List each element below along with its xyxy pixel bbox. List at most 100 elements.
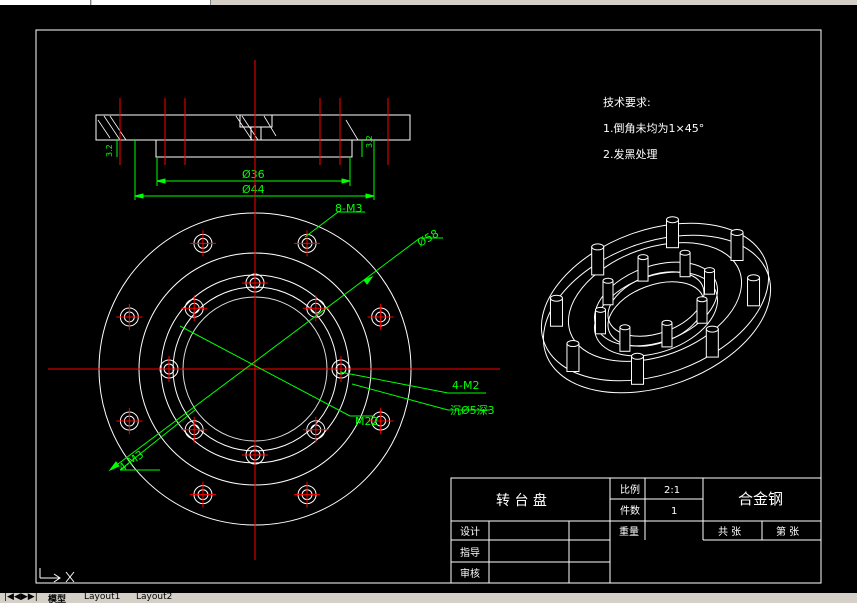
bolt-body [566,343,580,373]
side-section-view [95,114,411,158]
inner-bolt-hole [328,356,354,382]
side-view-center-lines [119,98,389,165]
outer-bolt-hole [367,303,394,330]
bolt-top [661,319,673,326]
outer-bolt-hole [189,481,216,508]
bolt-body [631,355,645,385]
bolt-top [747,274,761,282]
bolt-body [549,297,563,327]
isometric-view [540,216,772,394]
part-name: 转 台 盘 [496,492,547,509]
bolt-top [637,254,649,261]
bolt-top [704,267,716,274]
bolt-top [679,249,691,256]
bolt-body [704,269,716,295]
bolt-top [705,325,719,333]
bolt-body [679,252,691,278]
bolt-body [696,298,708,324]
tab-layout2[interactable]: Layout2 [136,593,172,602]
material-name: 合金钢 [738,490,783,508]
count-label: 件数 [620,504,640,517]
inner-bolt-hole [242,442,268,468]
front-view-center-lines [48,60,500,560]
outer-bolt-hole [294,230,321,257]
isometric-bolt-inner [637,254,649,282]
scale-label: 比例 [620,483,640,496]
bolt-body [619,326,631,352]
inner-bolt-hole [181,295,208,322]
bolt-body [665,219,679,249]
tab-layout1[interactable]: Layout1 [84,593,120,602]
dim-m22: M22 [355,415,379,428]
bolt-top [602,277,614,284]
outer-bolt-hole [294,481,321,508]
tech-requirements-title: 技术要求: [603,96,651,109]
bolt-top [549,294,563,302]
isometric-bolt-inner [696,296,708,324]
inner-bolt-hole [302,295,329,322]
dim-d36: Ø36 [242,168,265,181]
tab-model[interactable]: 模型 [48,593,66,603]
isometric-bolt-inner [619,324,631,352]
bolt-body [591,246,605,276]
dim-d58: Ø58 [415,227,441,250]
dim-8m3: 8-M3 [335,202,362,215]
dim-side-left: 3.2 [105,144,114,157]
bolt-body [637,256,649,282]
isometric-bolt [631,352,645,385]
layout-tab-bar: |◀◀▶▶| 模型 Layout1 Layout2 [0,593,857,603]
bolt-body [747,277,761,307]
bolt-top [696,296,708,303]
isometric-bolt [705,325,719,358]
isometric-bolt [665,216,679,249]
bolt-body [594,309,606,335]
isometric-bolt-inner [602,277,614,306]
bolt-top [631,352,645,360]
isometric-bolt [566,340,580,373]
sheet-number-label: 第 张 [776,525,799,538]
bolt-top [591,243,605,251]
nav-arrows-icon[interactable]: |◀◀▶▶| [4,593,38,602]
inner-bolt-hole [242,270,268,296]
dim-counterbore: 沉Ø5深3 [450,404,495,417]
outer-bolt-hole [116,408,143,435]
bolt-top [594,306,606,313]
dim-side-right: 3.2 [365,135,374,148]
bolt-top [730,228,744,236]
isometric-bolt-inner [704,267,716,295]
guide-label: 指导 [460,546,480,559]
ucs-icon [39,568,75,583]
outer-bolt-hole [116,303,143,330]
weight-label: 重量 [619,525,639,538]
inner-bolt-hole [302,416,329,443]
tech-requirement-1: 1.倒角未均为1×45° [603,122,704,135]
isometric-bolt-inner [679,249,691,278]
isometric-bolts [549,216,761,385]
inner-bolt-hole [156,356,182,382]
dim-4m2: 4-M2 [452,379,479,392]
bolt-body [661,322,673,348]
bolt-top [665,216,679,224]
bolt-body [602,280,614,306]
drawing-canvas[interactable]: Ø36 Ø44 3.2 3.2 Ø58 8-M3 4-M2 沉Ø5深3 M22 … [0,5,857,593]
outer-bolt-hole [189,230,216,257]
tech-requirement-2: 2.发黑处理 [603,147,658,161]
isometric-bolt [747,274,761,307]
bolt-top [566,340,580,348]
count-value: 1 [671,506,677,517]
isometric-bolt [591,243,605,276]
bolt-body [705,328,719,358]
isometric-bolt [730,228,744,261]
bolt-body [730,231,744,261]
design-label: 设计 [460,525,480,538]
dim-d44: Ø44 [242,183,265,196]
isometric-bolt-inner [594,306,606,335]
inner-bolt-hole [181,416,208,443]
bolt-top [619,324,631,331]
total-sheets-label: 共 张 [718,526,741,538]
scale-value: 2:1 [664,485,680,496]
isometric-bolt [549,294,563,327]
front-view-dimensions [108,211,490,472]
review-label: 审核 [460,567,480,580]
isometric-bolt-inner [661,319,673,348]
